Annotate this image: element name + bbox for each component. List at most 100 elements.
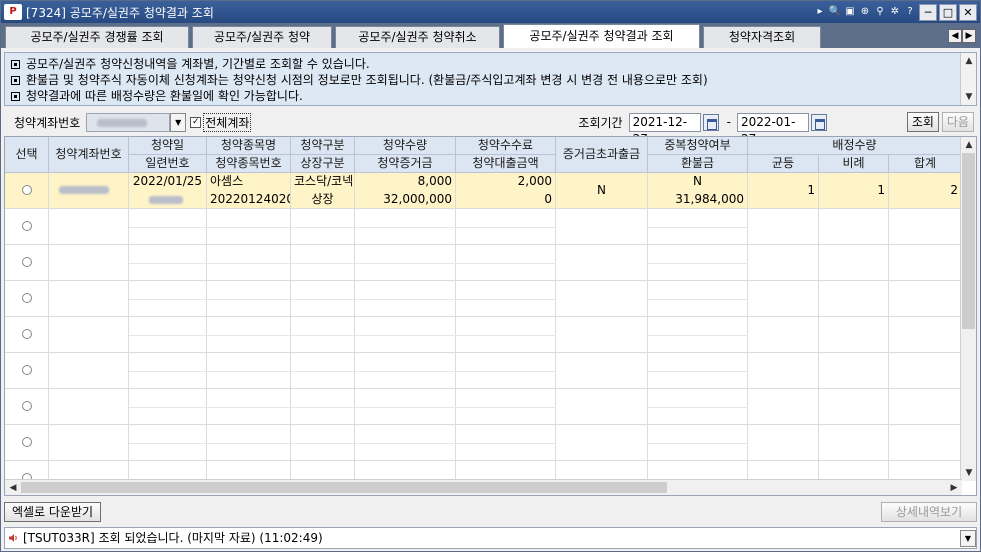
masked-account: [97, 118, 148, 127]
account-select[interactable]: [86, 112, 171, 132]
tab-subscribe[interactable]: 공모주/실권주 청약: [192, 26, 332, 48]
tab-competition-rate[interactable]: 공모주/실권주 경쟁률 조회: [5, 26, 189, 48]
tab-right-icon[interactable]: ▶: [962, 29, 976, 43]
calendar-icon[interactable]: [702, 113, 719, 131]
bullet-icon: [11, 76, 20, 85]
row-divider: [648, 263, 748, 264]
account-cell: [49, 173, 129, 209]
header-deposit: 청약증거금: [355, 155, 456, 173]
scroll-down-icon[interactable]: ▼: [961, 89, 977, 105]
pin-arrow-icon[interactable]: ▸: [813, 4, 827, 20]
empty-cell: [889, 209, 962, 245]
magnify-icon[interactable]: ⊕: [858, 4, 872, 20]
scroll-up-icon[interactable]: ▲: [961, 53, 977, 69]
settings-icon[interactable]: ✲: [888, 4, 902, 20]
qty-cell: 8,000: [355, 173, 456, 191]
table-row[interactable]: [5, 353, 962, 389]
tab-left-icon[interactable]: ◀: [948, 29, 962, 43]
pin-icon[interactable]: ⚲: [873, 4, 887, 20]
header-loan: 청약대출금액: [456, 155, 556, 173]
table-row[interactable]: [5, 317, 962, 353]
maximize-button[interactable]: □: [939, 3, 957, 21]
bullet-icon: [11, 92, 20, 101]
header-listing: 상장구분: [291, 155, 355, 173]
row-divider: [648, 335, 748, 336]
tab-result-inquiry[interactable]: 공모주/실권주 청약결과 조회: [503, 24, 700, 48]
frame-icon[interactable]: ▣: [843, 4, 857, 20]
vertical-scroll-thumb[interactable]: [962, 153, 975, 329]
fee-cell: 2,000: [456, 173, 556, 191]
empty-cell: [819, 389, 889, 425]
empty-cell: [889, 425, 962, 461]
search-button[interactable]: 조회: [906, 112, 939, 132]
detail-view-button[interactable]: 상세내역보기: [881, 502, 977, 522]
header-serial: 일련번호: [129, 155, 207, 173]
select-cell: [5, 173, 49, 209]
header-qty: 청약수량: [355, 137, 456, 155]
header-alloc-total: 합계: [889, 155, 962, 173]
empty-cell: [5, 461, 49, 481]
row-divider: [129, 227, 556, 228]
scroll-up-icon[interactable]: ▲: [961, 137, 976, 153]
masked-serial: [149, 196, 183, 204]
grid-horizontal-scrollbar[interactable]: ◀ ▶: [5, 479, 962, 495]
help-icon[interactable]: ?: [903, 4, 917, 20]
empty-cell: [889, 353, 962, 389]
empty-cell: [49, 209, 129, 245]
empty-cell: [556, 209, 648, 245]
empty-cell: [748, 353, 819, 389]
serial-cell: [129, 191, 207, 209]
row-divider: [648, 371, 748, 372]
empty-cell: [748, 209, 819, 245]
bottom-toolbar: 엑셀로 다운받기 상세내역보기: [4, 501, 977, 523]
loan-cell: 0: [456, 191, 556, 209]
close-button[interactable]: ✕: [959, 3, 977, 21]
notice-scrollbar[interactable]: ▲ ▼: [960, 53, 976, 105]
empty-cell: [819, 317, 889, 353]
listing-cell: 상장: [291, 191, 355, 209]
date-to-input[interactable]: 2022-01-27: [736, 112, 809, 146]
empty-cell: [819, 245, 889, 281]
calendar-icon[interactable]: [810, 113, 827, 131]
alloc-equal-cell: 1: [748, 173, 819, 209]
all-accounts-label[interactable]: 전체계좌: [203, 112, 252, 132]
table-row[interactable]: [5, 425, 962, 461]
next-button[interactable]: 다음: [941, 112, 974, 132]
minimize-button[interactable]: ─: [919, 3, 937, 21]
period-label: 조회기간: [578, 115, 623, 130]
table-row[interactable]: [5, 281, 962, 317]
table-row[interactable]: [5, 209, 962, 245]
header-stock-code: 청약종목번호: [207, 155, 291, 173]
chevron-down-icon[interactable]: ▼: [960, 530, 976, 547]
excel-download-button[interactable]: 엑셀로 다운받기: [4, 502, 101, 522]
empty-cell: [49, 317, 129, 353]
empty-cell: [556, 461, 648, 481]
empty-cell: [748, 245, 819, 281]
horizontal-scroll-thumb[interactable]: [21, 482, 667, 493]
scroll-right-icon[interactable]: ▶: [946, 480, 962, 495]
all-accounts-checkbox[interactable]: ✓: [190, 116, 202, 128]
tab-bar: 공모주/실권주 경쟁률 조회 공모주/실권주 청약 공모주/실권주 청약취소 공…: [1, 23, 980, 48]
table-row[interactable]: [5, 389, 962, 425]
zoom-icon[interactable]: 🔍: [828, 4, 842, 20]
empty-cell: [889, 317, 962, 353]
header-fee: 청약수수료: [456, 137, 556, 155]
date-from-input[interactable]: 2021-12-27: [628, 112, 701, 146]
tab-eligibility[interactable]: 청약자격조회: [703, 26, 821, 48]
header-stock-name: 청약종목명: [207, 137, 291, 155]
empty-cell: [49, 461, 129, 481]
empty-cell: [889, 389, 962, 425]
grid-body: 2022/01/25 아셈스 202201240201 코스닥/코넥 상장 8,…: [5, 173, 962, 481]
tab-cancel[interactable]: 공모주/실권주 청약취소: [335, 26, 500, 48]
stock-code-cell: 202201240201: [207, 191, 291, 209]
chevron-down-icon[interactable]: ▼: [170, 112, 187, 132]
table-row[interactable]: [5, 245, 962, 281]
notice-line: 공모주/실권주 청약신청내역을 계좌별, 기간별로 조회할 수 있습니다.: [11, 56, 958, 72]
grid-vertical-scrollbar[interactable]: ▲ ▼: [960, 137, 976, 481]
scroll-down-icon[interactable]: ▼: [961, 465, 976, 481]
table-row[interactable]: 2022/01/25 아셈스 202201240201 코스닥/코넥 상장 8,…: [5, 173, 962, 209]
table-row[interactable]: [5, 461, 962, 481]
empty-cell: [49, 353, 129, 389]
scroll-left-icon[interactable]: ◀: [5, 480, 21, 495]
bullet-icon: [11, 60, 20, 69]
